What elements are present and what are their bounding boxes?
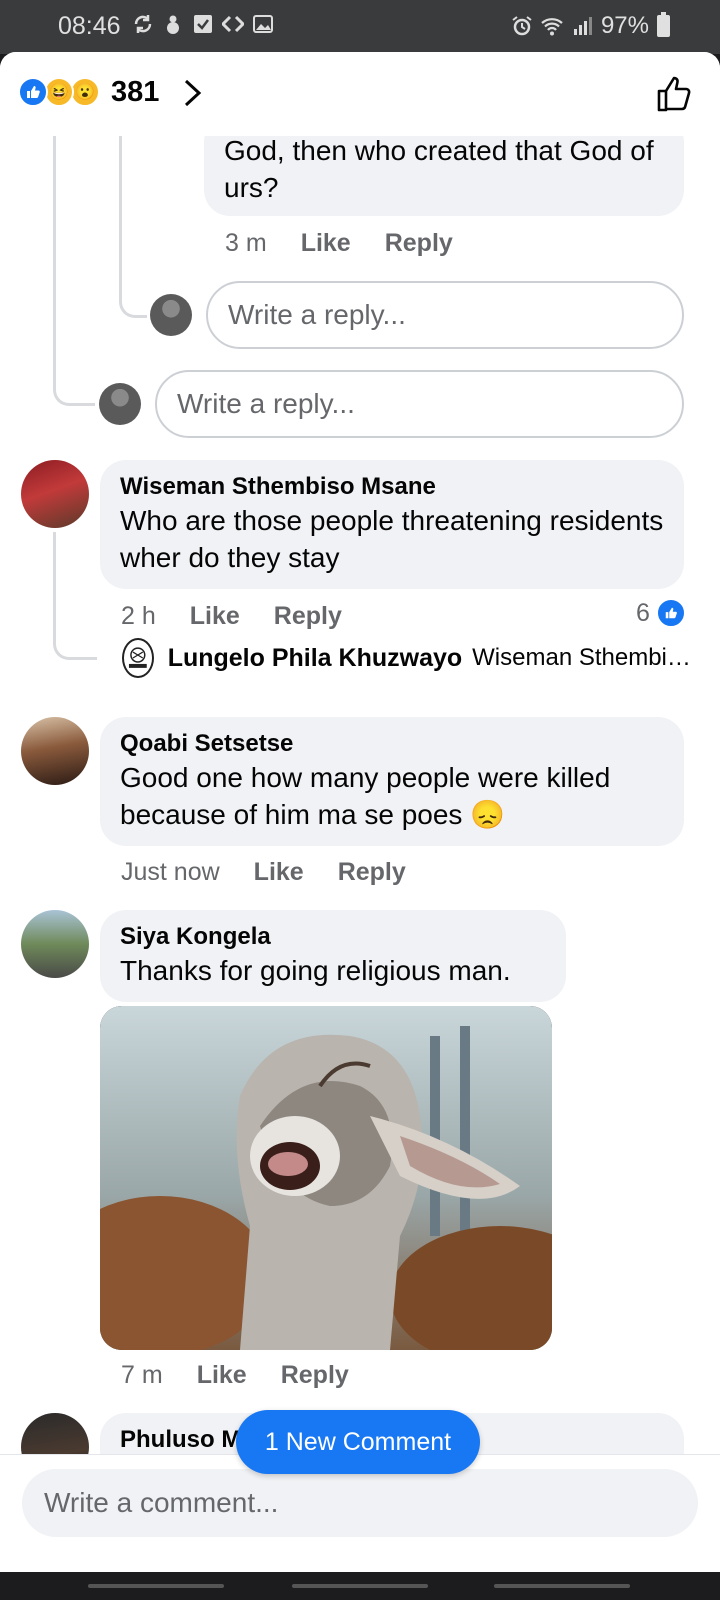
comment-time: Just now — [121, 858, 220, 886]
comment-text-body: Good one how many people were killed bec… — [120, 762, 611, 830]
comment-time: 2 h — [121, 602, 156, 630]
nav-home[interactable] — [292, 1584, 428, 1588]
like-button[interactable]: Like — [254, 858, 304, 887]
reply-button[interactable]: Reply — [385, 229, 453, 258]
sad-emoji-icon: 😞 — [470, 799, 506, 830]
comment-meta-partial: 3 m Like Reply — [225, 229, 487, 258]
status-icons-left — [132, 13, 274, 35]
battery-percent: 97% — [600, 12, 649, 39]
reply-button[interactable]: Reply — [274, 602, 342, 631]
check-box-icon — [192, 13, 214, 35]
like-button[interactable]: Like — [197, 1361, 247, 1390]
new-comment-button[interactable]: 1 New Comment — [236, 1410, 480, 1474]
like-reaction-icon — [18, 77, 48, 107]
thread-curve — [53, 620, 97, 660]
like-button[interactable]: Like — [190, 602, 240, 631]
comments-sheet: 😆 😮 381 God, then who created that God o… — [0, 52, 720, 1572]
like-button[interactable]: Like — [301, 229, 351, 258]
comment-text: Who are those people threatening residen… — [120, 505, 664, 573]
avatar[interactable] — [21, 717, 89, 785]
comment-meta: 2 h Like Reply — [121, 602, 376, 631]
sync-icon — [132, 13, 154, 35]
like-post-icon[interactable] — [654, 74, 694, 114]
status-bar: 08:46 97% — [0, 0, 720, 54]
comment-bubble[interactable]: Siya Kongela Thanks for going religious … — [100, 910, 566, 1002]
bug-icon — [162, 13, 184, 35]
status-time: 08:46 — [58, 12, 121, 40]
comment-author[interactable]: Qoabi Setsetse — [120, 729, 664, 759]
chevron-right-icon[interactable] — [180, 78, 206, 108]
like-reaction-icon — [655, 598, 686, 628]
reply-preview[interactable]: Lungelo Phila Khuzwayo Wiseman Sthembiso… — [122, 636, 702, 680]
system-nav-bar — [0, 1572, 720, 1600]
reply-button[interactable]: Reply — [338, 858, 406, 887]
comment-input[interactable]: Write a comment... — [22, 1469, 698, 1537]
thread-line-inner — [119, 136, 122, 276]
comment-time: 7 m — [121, 1361, 163, 1389]
comment-meta: 7 m Like Reply — [121, 1361, 383, 1390]
like-count: 6 — [636, 598, 650, 627]
code-icon — [220, 13, 246, 35]
alarm-icon — [511, 15, 533, 37]
nav-recents[interactable] — [88, 1584, 224, 1588]
comment-meta: Just now Like Reply — [121, 858, 440, 887]
status-right: 97% — [511, 12, 670, 40]
signal-icon — [571, 15, 593, 37]
comment-bubble[interactable]: Wiseman Sthembiso Msane Who are those pe… — [100, 460, 684, 589]
comment-bubble[interactable]: Qoabi Setsetse Good one how many people … — [100, 717, 684, 846]
wifi-icon — [541, 15, 563, 37]
comment-author[interactable]: Siya Kongela — [120, 922, 546, 952]
comment-like-count[interactable]: 6 — [636, 598, 686, 628]
comment-text: God, then who created that God of urs? — [224, 136, 654, 203]
reply-input-outer[interactable]: Write a reply... — [155, 370, 684, 438]
reply-input-nested[interactable]: Write a reply... — [206, 281, 684, 349]
sheet-header: 😆 😮 381 — [0, 52, 720, 136]
comment-image-goat[interactable] — [100, 1006, 552, 1350]
avatar — [150, 294, 192, 336]
comment-author[interactable]: Wiseman Sthembiso Msane — [120, 472, 664, 502]
thread-line-outer — [53, 136, 56, 390]
avatar — [99, 383, 141, 425]
comment-list[interactable]: God, then who created that God of urs? 3… — [0, 136, 720, 1466]
reaction-icons[interactable]: 😆 😮 — [18, 77, 108, 109]
epiphany-logo-avatar — [122, 638, 154, 678]
image-icon — [252, 13, 274, 35]
reply-text: Wiseman Sthembiso Msane — [472, 644, 702, 671]
reaction-count[interactable]: 381 — [111, 76, 159, 109]
reply-button[interactable]: Reply — [281, 1361, 349, 1390]
comment-text: Good one how many people were killed bec… — [120, 759, 664, 833]
haha-reaction-icon: 😆 — [44, 77, 74, 107]
avatar[interactable] — [21, 910, 89, 978]
goat-photo — [100, 1006, 552, 1350]
comment-bubble-partial[interactable]: God, then who created that God of urs? — [204, 136, 684, 216]
wow-reaction-icon: 😮 — [70, 77, 100, 107]
battery-icon — [657, 12, 670, 37]
comment-time: 3 m — [225, 229, 267, 257]
reply-author: Lungelo Phila Khuzwayo — [167, 643, 463, 672]
nav-back[interactable] — [494, 1584, 630, 1588]
comment-text: Thanks for going religious man. — [120, 955, 511, 986]
avatar[interactable] — [21, 460, 89, 528]
thread-curve-outer — [53, 356, 95, 406]
thread-curve-inner — [119, 266, 147, 318]
